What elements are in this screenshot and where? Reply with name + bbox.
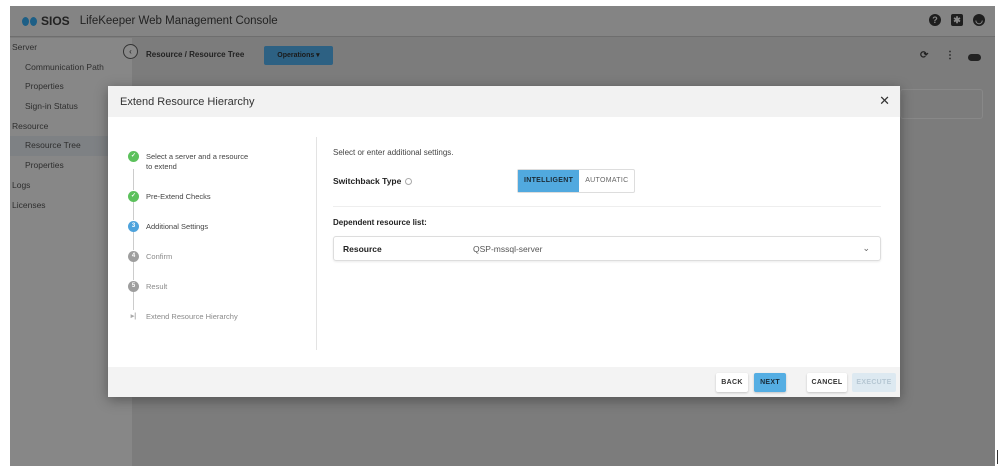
step-label: Extend Resource Hierarchy <box>146 312 238 321</box>
info-icon[interactable] <box>405 178 413 186</box>
execute-button[interactable]: EXECUTE <box>852 373 896 392</box>
extend-resource-dialog: Extend Resource Hierarchy ✕ ✓ Select a se… <box>108 86 900 397</box>
switchback-automatic[interactable]: AUTOMATIC <box>579 170 634 192</box>
user-icon[interactable]: ◡ <box>973 14 985 26</box>
step-item: 5 Result <box>128 281 256 292</box>
chevron-down-icon[interactable]: ⌄ <box>862 243 870 254</box>
dependent-list-label: Dependent resource list: <box>333 218 427 227</box>
step-label: Result <box>146 282 168 291</box>
help-icon[interactable]: ? <box>929 14 941 26</box>
dialog-description: Select or enter additional settings. <box>333 148 454 157</box>
top-bar: SIOS LifeKeeper Web Management Console ?… <box>10 6 995 37</box>
refresh-icon[interactable]: ⟳ <box>920 50 928 61</box>
step-connector <box>133 199 134 220</box>
toggle-switch[interactable] <box>968 54 981 61</box>
operations-button[interactable]: Operations ▾ <box>264 46 333 65</box>
text-cursor <box>997 450 998 464</box>
step-connector <box>133 289 134 310</box>
switchback-toggle: INTELLIGENT AUTOMATIC <box>517 169 636 193</box>
breadcrumb: Resource / Resource Tree <box>146 50 245 59</box>
more-icon[interactable]: ⋮ <box>945 50 955 61</box>
step-status-icon: ✓ <box>128 191 139 202</box>
step-status-icon: 5 <box>128 281 139 292</box>
step-status-icon: ✓ <box>128 151 139 162</box>
step-connector <box>133 229 134 250</box>
cancel-button[interactable]: CANCEL <box>807 373 847 392</box>
dependent-resource-row[interactable]: Resource QSP-mssql-server ⌄ <box>333 236 881 261</box>
dialog-footer: BACK NEXT CANCEL EXECUTE <box>108 367 900 397</box>
sios-logo: SIOS <box>22 14 70 28</box>
close-icon[interactable]: ✕ <box>879 93 890 109</box>
resource-key: Resource <box>343 243 382 254</box>
next-button[interactable]: NEXT <box>754 373 786 392</box>
app-title: LifeKeeper Web Management Console <box>79 15 278 27</box>
step-label: Select a server and a resource to extend <box>146 152 249 171</box>
step-label: Additional Settings <box>146 222 209 231</box>
resource-value: QSP-mssql-server <box>473 243 543 254</box>
collapse-sidebar-button[interactable]: ‹ <box>123 44 138 59</box>
step-item: ✓ Pre-Extend Checks <box>128 191 256 202</box>
back-button[interactable]: BACK <box>716 373 748 392</box>
skip-end-icon: ▸| <box>130 313 137 320</box>
step-connector <box>133 169 134 190</box>
step-item: 4 Confirm <box>128 251 256 262</box>
step-connector <box>133 259 134 280</box>
switchback-intelligent[interactable]: INTELLIGENT <box>518 170 580 192</box>
step-item: ✓ Select a server and a resource to exten… <box>128 151 256 172</box>
switchback-label: Switchback Type <box>333 176 402 186</box>
step-status-icon: 3 <box>128 221 139 232</box>
divider <box>333 206 881 207</box>
background-panel <box>900 89 983 119</box>
step-label: Confirm <box>146 252 173 261</box>
sidebar-item[interactable]: Server <box>10 38 132 58</box>
divider <box>316 137 317 350</box>
step-item: 3 Additional Settings <box>128 221 256 232</box>
stepper: ✓ Select a server and a resource to exten… <box>128 151 256 322</box>
brand-name: SIOS <box>41 14 70 28</box>
dialog-header: Extend Resource Hierarchy <box>108 86 900 117</box>
sidebar-item[interactable]: Communication Path <box>10 58 132 78</box>
gear-icon[interactable]: ✱ <box>951 14 963 26</box>
step-status-icon: 4 <box>128 251 139 262</box>
step-label: Pre-Extend Checks <box>146 192 211 201</box>
dialog-title: Extend Resource Hierarchy <box>120 95 255 108</box>
step-item: ▸| Extend Resource Hierarchy <box>128 311 256 322</box>
